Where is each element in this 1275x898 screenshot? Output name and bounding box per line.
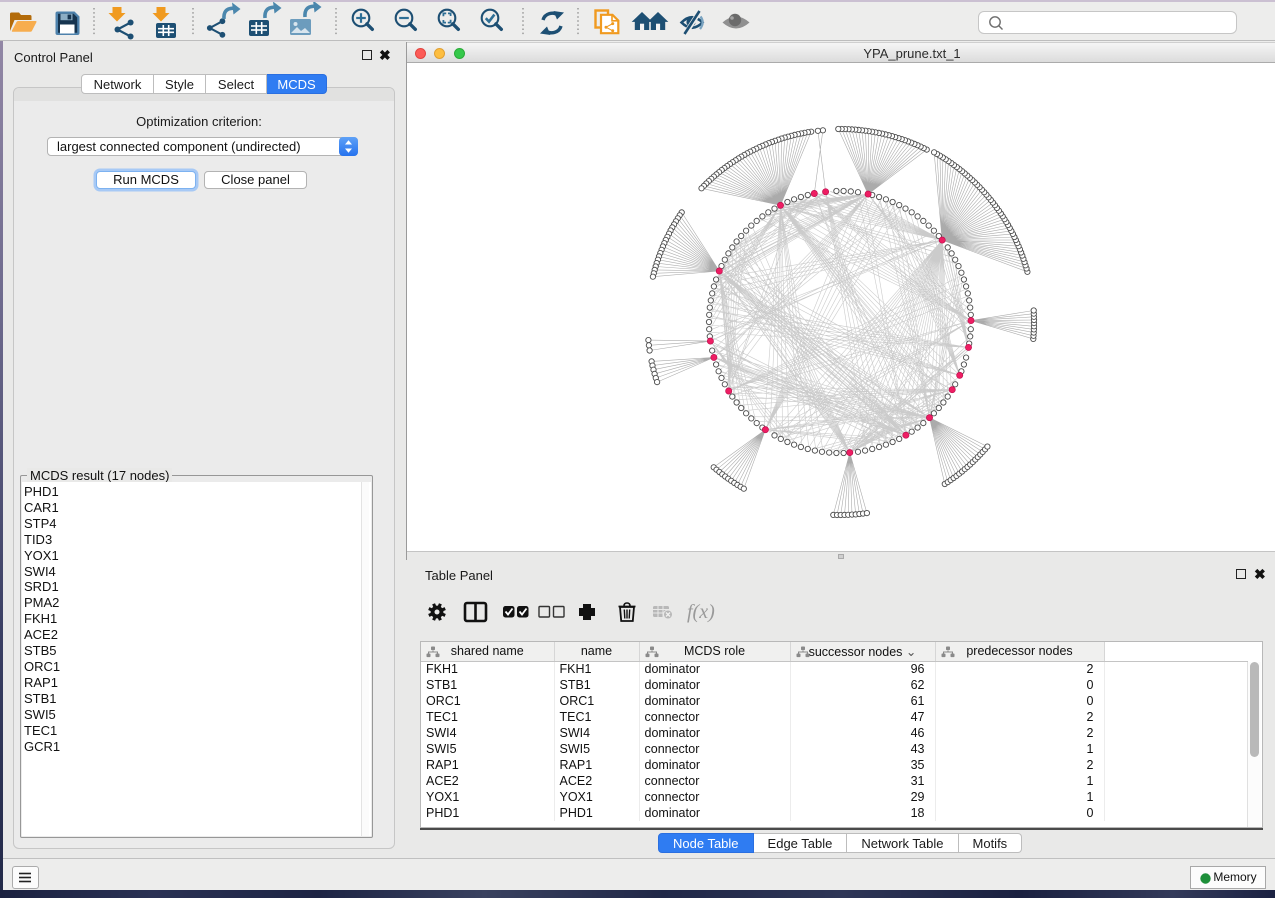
svg-text:f(x): f(x) [687,601,715,623]
